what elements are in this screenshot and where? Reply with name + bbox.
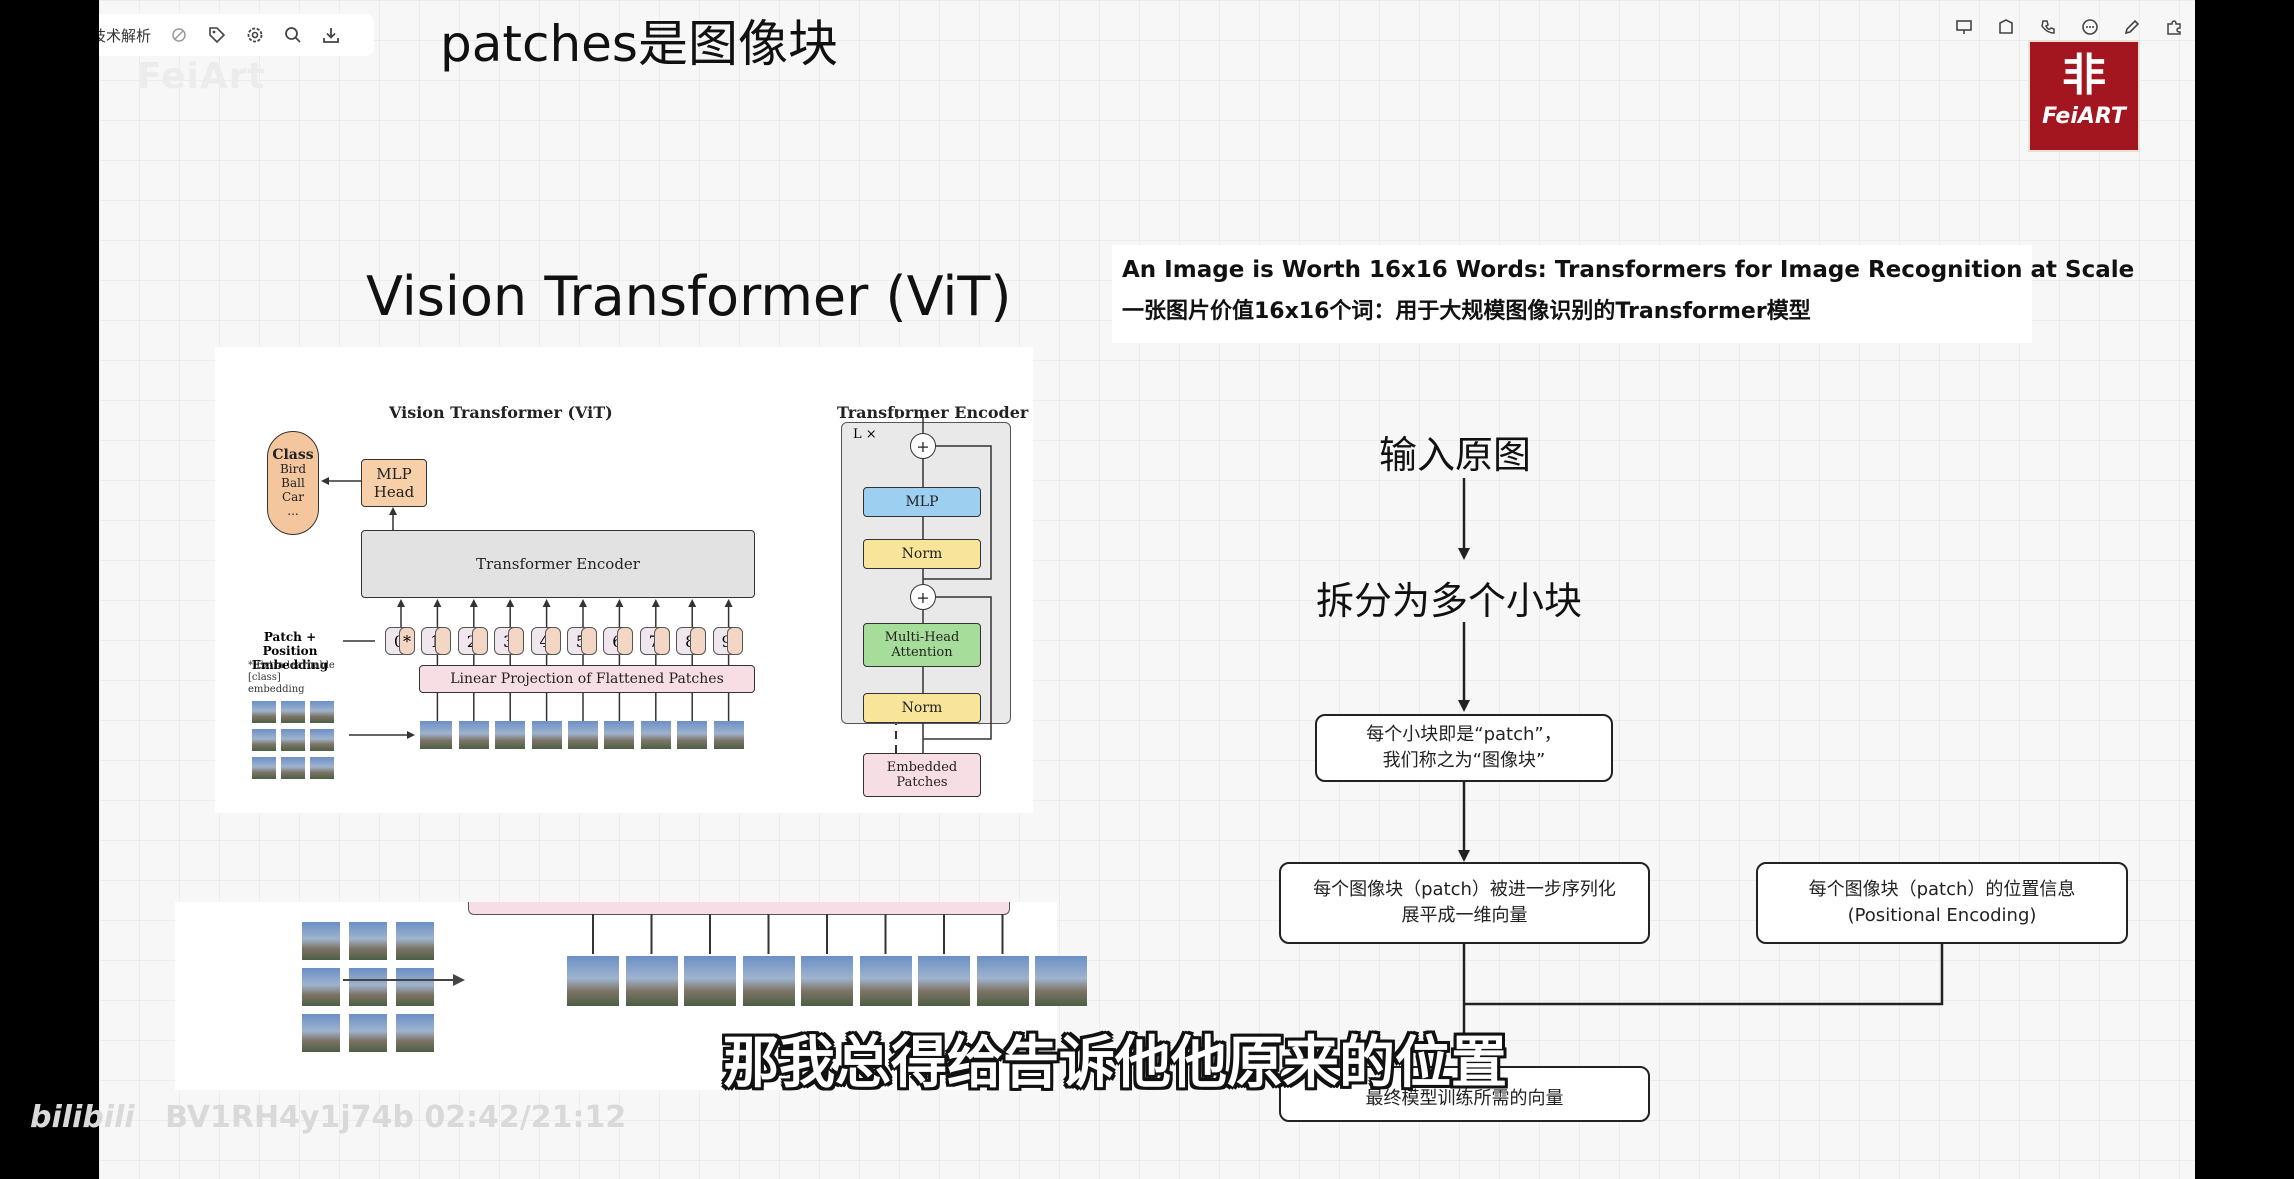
video-subtitle: 那我总得给告诉他他原来的位置 <box>723 1031 1507 1096</box>
flow-box-flatten[interactable]: 每个图像块（patch）被进一步序列化 展平成一维向量 <box>1279 862 1650 944</box>
flow-box-position[interactable]: 每个图像块（patch）的位置信息 (Positional Encoding) <box>1756 862 2128 944</box>
flow-box-patch[interactable]: 每个小块即是“patch”， 我们称之为“图像块” <box>1315 714 1613 782</box>
whiteboard-canvas[interactable]: 技术解析 FeiArt patches是图像块 非 FeiART Vision … <box>99 0 2195 1179</box>
flowchart-arrows <box>1458 478 1944 1060</box>
flow-step-input: 输入原图 <box>1379 433 1532 477</box>
bilibili-brand: bilibili <box>30 1100 135 1135</box>
video-watermark: bilibili BV1RH4y1j74b 02:42/21:12 <box>30 1100 626 1135</box>
video-id-time: BV1RH4y1j74b 02:42/21:12 <box>165 1100 627 1135</box>
flow-step-split: 拆分为多个小块 <box>1316 579 1583 623</box>
